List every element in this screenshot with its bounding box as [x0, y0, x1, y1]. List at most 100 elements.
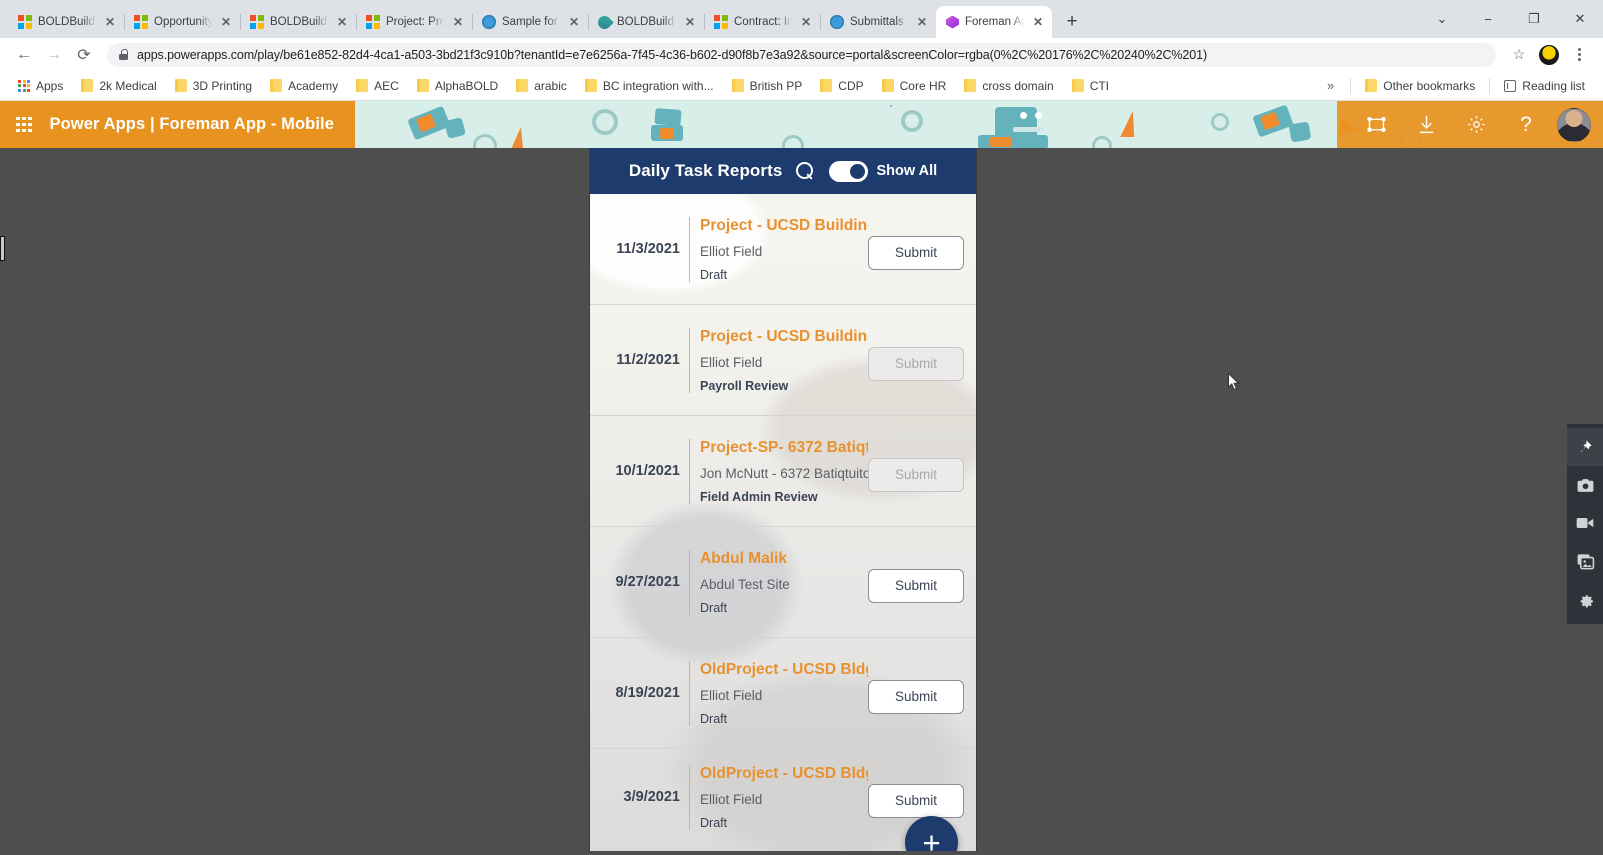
show-all-toggle-group[interactable]: Show All [829, 161, 937, 182]
bookmarks-overflow-button[interactable]: » [1317, 78, 1344, 93]
image-icon[interactable] [1567, 542, 1603, 580]
bookmark-item[interactable]: Core HR [874, 76, 955, 96]
reading-list-icon [1504, 80, 1516, 92]
help-icon[interactable]: ? [1501, 101, 1551, 148]
report-title[interactable]: Project-SP- 6372 Batiqtuitos Dr [700, 439, 868, 457]
reading-list-button[interactable]: Reading list [1496, 76, 1593, 96]
close-icon[interactable]: ✕ [334, 14, 350, 30]
report-title[interactable]: Abdul Malik [700, 550, 868, 568]
close-icon[interactable]: ✕ [450, 14, 466, 30]
browser-tab-active[interactable]: Foreman App ✕ [936, 6, 1052, 38]
close-icon[interactable]: ✕ [218, 14, 234, 30]
search-icon[interactable] [796, 162, 815, 181]
folder-icon [882, 79, 894, 92]
bookmark-item[interactable]: cross domain [956, 76, 1061, 96]
close-icon[interactable]: ✕ [102, 14, 118, 30]
camera-icon[interactable] [1567, 466, 1603, 504]
other-bookmarks-button[interactable]: Other bookmarks [1357, 76, 1483, 96]
pin-icon[interactable] [1567, 428, 1603, 466]
submit-button[interactable]: Submit [868, 680, 964, 714]
close-window-button[interactable]: ✕ [1557, 3, 1603, 35]
report-date: 9/27/2021 [590, 574, 689, 590]
microsoft-icon [250, 15, 264, 29]
minimize-button[interactable]: − [1465, 3, 1511, 35]
fit-screen-icon[interactable] [1351, 101, 1401, 148]
report-title[interactable]: Project - UCSD Building Extension [700, 217, 868, 235]
report-subtitle: Abdul Test Site [700, 577, 868, 592]
tab-search-icon[interactable]: ⌄ [1419, 3, 1465, 35]
bookmark-label: Apps [36, 79, 63, 93]
report-row[interactable]: 9/27/2021 Abdul Malik Abdul Test Site Dr… [590, 527, 976, 638]
bookmark-item[interactable]: British PP [724, 76, 811, 96]
close-icon[interactable]: ✕ [798, 14, 814, 30]
bookmark-item[interactable]: Academy [262, 76, 346, 96]
bookmark-label: Reading list [1522, 79, 1585, 93]
browser-menu-button[interactable] [1565, 41, 1593, 69]
bookmark-label: Core HR [900, 79, 947, 93]
browser-tab[interactable]: Project: Projec ✕ [356, 6, 472, 38]
mouse-cursor [1228, 373, 1240, 391]
bookmark-label: British PP [750, 79, 803, 93]
close-icon[interactable]: ✕ [914, 14, 930, 30]
bookmark-label: Other bookmarks [1383, 79, 1475, 93]
report-status: Payroll Review [700, 379, 868, 393]
browser-tab[interactable]: Contract: Infor ✕ [704, 6, 820, 38]
waffle-menu-icon[interactable] [16, 117, 32, 133]
report-row[interactable]: 10/1/2021 Project-SP- 6372 Batiqtuitos D… [590, 416, 976, 527]
browser-tab[interactable]: BOLDBuild Pro ✕ [588, 6, 704, 38]
download-icon[interactable] [1401, 101, 1451, 148]
bookmark-label: 2k Medical [99, 79, 156, 93]
bookmark-apps[interactable]: Apps [10, 76, 71, 96]
folder-icon [417, 79, 429, 92]
user-avatar[interactable] [1557, 108, 1591, 142]
settings-gear-icon[interactable] [1451, 101, 1501, 148]
profile-avatar[interactable] [1535, 41, 1563, 69]
tab-title: Submittals · B [850, 15, 908, 29]
bookmark-label: AEC [374, 79, 399, 93]
submit-button[interactable]: Submit [868, 236, 964, 270]
microsoft-icon [366, 15, 380, 29]
reload-button[interactable]: ⟳ [70, 41, 98, 69]
report-status: Field Admin Review [700, 490, 868, 504]
browser-tab[interactable]: BOLDBuild Su ✕ [240, 6, 356, 38]
report-date: 3/9/2021 [590, 789, 689, 805]
video-camera-icon[interactable] [1567, 504, 1603, 542]
stage-scroll-handle[interactable] [0, 236, 5, 261]
bookmark-item[interactable]: CDP [812, 76, 871, 96]
report-row[interactable]: 11/2/2021 Project - UCSD Building Extens… [590, 305, 976, 416]
address-bar[interactable]: apps.powerapps.com/play/be61e852-82d4-4c… [107, 43, 1496, 67]
gear-icon[interactable] [1567, 580, 1603, 618]
bookmark-item[interactable]: AEC [348, 76, 407, 96]
report-row[interactable]: 11/3/2021 Project - UCSD Building Extens… [590, 194, 976, 305]
close-icon[interactable]: ✕ [566, 14, 582, 30]
report-row[interactable]: 8/19/2021 OldProject - UCSD Bldg Extensi… [590, 638, 976, 749]
bookmark-item[interactable]: 3D Printing [167, 76, 260, 96]
report-title[interactable]: OldProject - UCSD Bldg Extension [700, 765, 868, 783]
bookmark-item[interactable]: arabic [508, 76, 575, 96]
divider [1489, 78, 1490, 94]
report-title[interactable]: OldProject - UCSD Bldg Extension [700, 661, 868, 679]
back-button[interactable]: ← [10, 41, 38, 69]
submit-button[interactable]: Submit [868, 569, 964, 603]
capture-toolbar [1567, 424, 1603, 624]
report-title[interactable]: Project - UCSD Building Extension [700, 328, 868, 346]
report-subtitle: Elliot Field [700, 355, 868, 370]
report-subtitle: Jon McNutt - 6372 Batiqtuitos Dr [700, 466, 868, 481]
close-icon[interactable]: ✕ [682, 14, 698, 30]
report-body: Project - UCSD Building Extension Elliot… [689, 217, 968, 282]
browser-tab[interactable]: Opportunity: B ✕ [124, 6, 240, 38]
browser-tab[interactable]: BOLDBuild Sal ✕ [8, 6, 124, 38]
bookmark-item[interactable]: BC integration with... [577, 76, 722, 96]
new-tab-button[interactable]: + [1058, 8, 1086, 36]
bookmark-item[interactable]: CTI [1064, 76, 1117, 96]
forward-button[interactable]: → [40, 41, 68, 69]
browser-tab[interactable]: Sample for TE ✕ [472, 6, 588, 38]
bookmark-star-icon[interactable]: ☆ [1505, 41, 1533, 69]
bookmark-item[interactable]: 2k Medical [73, 76, 164, 96]
bookmark-item[interactable]: AlphaBOLD [409, 76, 506, 96]
maximize-button[interactable]: ❐ [1511, 3, 1557, 35]
submit-button[interactable]: Submit [868, 784, 964, 818]
browser-tab[interactable]: Submittals · B ✕ [820, 6, 936, 38]
show-all-toggle[interactable] [829, 161, 868, 182]
close-icon[interactable]: ✕ [1030, 14, 1046, 30]
